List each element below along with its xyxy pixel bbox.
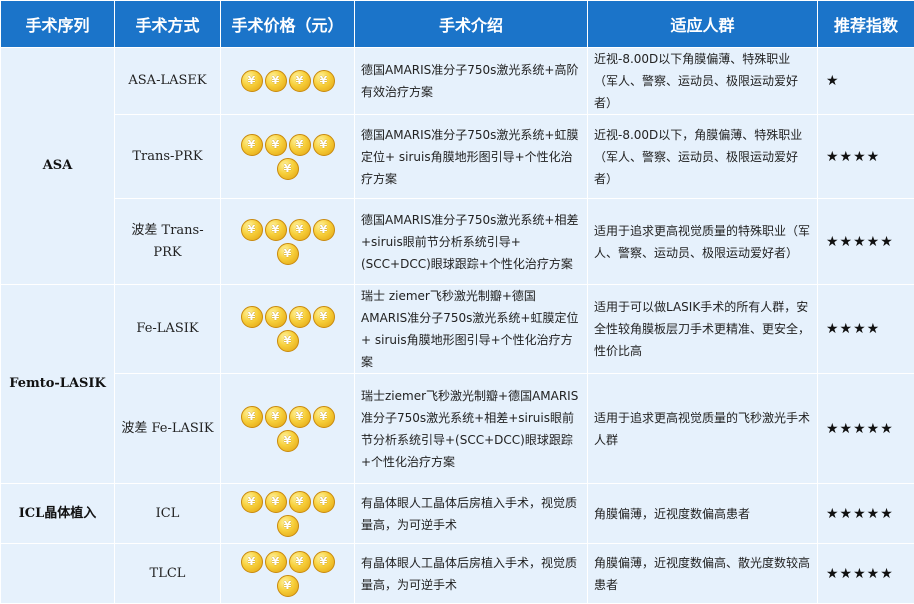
table-row: ASA ASA-LASEK ¥¥¥¥ 德国AMARIS准分子750s激光系统+高… xyxy=(1,48,914,115)
rating-stars: ★★★★ xyxy=(818,285,914,374)
yuan-coin-icon: ¥ xyxy=(289,219,311,241)
yuan-coin-icon: ¥ xyxy=(265,306,287,328)
rating-stars: ★★★★★ xyxy=(818,484,914,544)
crowd-cell: 适用于可以做LASIK手术的所有人群，安全性较角膜板层刀手术更精准、更安全，性价… xyxy=(588,285,818,374)
yuan-coin-icon: ¥ xyxy=(265,70,287,92)
header-row: 手术序列 手术方式 手术价格（元） 手术介绍 适应人群 推荐指数 xyxy=(1,1,914,48)
price-cell: ¥¥¥¥¥ xyxy=(221,285,355,374)
group-asa: ASA xyxy=(1,48,115,285)
table-row: ICL晶体植入 ICL ¥¥¥¥¥ 有晶体眼人工晶体后房植入手术，视觉质量高，为… xyxy=(1,484,914,544)
yuan-coin-icon: ¥ xyxy=(313,406,335,428)
header-sequence: 手术序列 xyxy=(1,1,115,48)
yuan-coin-icon: ¥ xyxy=(241,551,263,573)
header-method: 手术方式 xyxy=(115,1,221,48)
crowd-cell: 近视-8.00D以下，角膜偏薄、特殊职业（军人、警察、运动员、极限运动爱好者） xyxy=(588,115,818,199)
yuan-coin-icon: ¥ xyxy=(277,158,299,180)
coin-group: ¥¥¥¥ xyxy=(239,69,337,93)
coin-group: ¥¥¥¥¥ xyxy=(239,218,337,266)
yuan-coin-icon: ¥ xyxy=(277,430,299,452)
method-cell: ICL xyxy=(115,484,221,544)
yuan-coin-icon: ¥ xyxy=(241,70,263,92)
yuan-coin-icon: ¥ xyxy=(313,306,335,328)
table-row: Trans-PRK ¥¥¥¥¥ 德国AMARIS准分子750s激光系统+虹膜定位… xyxy=(1,115,914,199)
yuan-coin-icon: ¥ xyxy=(265,406,287,428)
yuan-coin-icon: ¥ xyxy=(277,330,299,352)
yuan-coin-icon: ¥ xyxy=(277,575,299,597)
group-femto: Femto-LASIK xyxy=(1,285,115,484)
method-cell: ASA-LASEK xyxy=(115,48,221,115)
price-cell: ¥¥¥¥¥ xyxy=(221,544,355,604)
header-rating: 推荐指数 xyxy=(818,1,914,48)
method-cell: Fe-LASIK xyxy=(115,285,221,374)
crowd-cell: 适用于追求更高视觉质量的特殊职业（军人、警察、运动员、极限运动爱好者） xyxy=(588,199,818,285)
yuan-coin-icon: ¥ xyxy=(313,70,335,92)
intro-cell: 有晶体眼人工晶体后房植入手术，视觉质量高，为可逆手术 xyxy=(355,544,588,604)
intro-cell: 瑞士ziemer飞秒激光制瓣+德国AMARIS准分子750s激光系统+相差+si… xyxy=(355,374,588,484)
coin-group: ¥¥¥¥¥ xyxy=(239,405,337,453)
yuan-coin-icon: ¥ xyxy=(277,515,299,537)
intro-cell: 有晶体眼人工晶体后房植入手术，视觉质量高，为可逆手术 xyxy=(355,484,588,544)
yuan-coin-icon: ¥ xyxy=(265,134,287,156)
yuan-coin-icon: ¥ xyxy=(289,551,311,573)
header-price: 手术价格（元） xyxy=(221,1,355,48)
crowd-cell: 适用于追求更高视觉质量的飞秒激光手术人群 xyxy=(588,374,818,484)
rating-stars: ★★★★ xyxy=(818,115,914,199)
table-row: TLCL ¥¥¥¥¥ 有晶体眼人工晶体后房植入手术，视觉质量高，为可逆手术 角膜… xyxy=(1,544,914,604)
yuan-coin-icon: ¥ xyxy=(265,491,287,513)
rating-stars: ★★★★★ xyxy=(818,199,914,285)
header-intro: 手术介绍 xyxy=(355,1,588,48)
method-cell: 波差 Fe-LASIK xyxy=(115,374,221,484)
yuan-coin-icon: ¥ xyxy=(289,306,311,328)
crowd-cell: 角膜偏薄，近视度数偏高患者 xyxy=(588,484,818,544)
price-cell: ¥¥¥¥ xyxy=(221,48,355,115)
yuan-coin-icon: ¥ xyxy=(241,491,263,513)
rating-stars: ★ xyxy=(818,48,914,115)
yuan-coin-icon: ¥ xyxy=(241,306,263,328)
price-cell: ¥¥¥¥¥ xyxy=(221,115,355,199)
price-cell: ¥¥¥¥¥ xyxy=(221,484,355,544)
yuan-coin-icon: ¥ xyxy=(289,491,311,513)
coin-group: ¥¥¥¥¥ xyxy=(239,305,337,353)
table-row: Femto-LASIK Fe-LASIK ¥¥¥¥¥ 瑞士 ziemer飞秒激光… xyxy=(1,285,914,374)
yuan-coin-icon: ¥ xyxy=(313,219,335,241)
price-cell: ¥¥¥¥¥ xyxy=(221,199,355,285)
coin-group: ¥¥¥¥¥ xyxy=(239,133,337,181)
header-crowd: 适应人群 xyxy=(588,1,818,48)
group-empty xyxy=(1,544,115,604)
surgery-comparison-table: 手术序列 手术方式 手术价格（元） 手术介绍 适应人群 推荐指数 ASA ASA… xyxy=(0,0,914,604)
yuan-coin-icon: ¥ xyxy=(289,70,311,92)
table-row: 波差 Trans-PRK ¥¥¥¥¥ 德国AMARIS准分子750s激光系统+相… xyxy=(1,199,914,285)
crowd-cell: 角膜偏薄，近视度数偏高、散光度数较高患者 xyxy=(588,544,818,604)
rating-stars: ★★★★★ xyxy=(818,374,914,484)
coin-group: ¥¥¥¥¥ xyxy=(239,490,337,538)
yuan-coin-icon: ¥ xyxy=(241,406,263,428)
yuan-coin-icon: ¥ xyxy=(289,406,311,428)
group-icl: ICL晶体植入 xyxy=(1,484,115,544)
yuan-coin-icon: ¥ xyxy=(277,243,299,265)
yuan-coin-icon: ¥ xyxy=(313,134,335,156)
intro-cell: 德国AMARIS准分子750s激光系统+高阶有效治疗方案 xyxy=(355,48,588,115)
method-cell: 波差 Trans-PRK xyxy=(115,199,221,285)
intro-cell: 瑞士 ziemer飞秒激光制瓣+德国AMARIS准分子750s激光系统+虹膜定位… xyxy=(355,285,588,374)
method-cell: TLCL xyxy=(115,544,221,604)
table-row: 波差 Fe-LASIK ¥¥¥¥¥ 瑞士ziemer飞秒激光制瓣+德国AMARI… xyxy=(1,374,914,484)
intro-cell: 德国AMARIS准分子750s激光系统+相差+siruis眼前节分析系统引导+(… xyxy=(355,199,588,285)
yuan-coin-icon: ¥ xyxy=(313,491,335,513)
yuan-coin-icon: ¥ xyxy=(241,134,263,156)
yuan-coin-icon: ¥ xyxy=(265,219,287,241)
yuan-coin-icon: ¥ xyxy=(265,551,287,573)
method-cell: Trans-PRK xyxy=(115,115,221,199)
crowd-cell: 近视-8.00D以下角膜偏薄、特殊职业（军人、警察、运动员、极限运动爱好者） xyxy=(588,48,818,115)
yuan-coin-icon: ¥ xyxy=(313,551,335,573)
coin-group: ¥¥¥¥¥ xyxy=(239,550,337,598)
price-cell: ¥¥¥¥¥ xyxy=(221,374,355,484)
intro-cell: 德国AMARIS准分子750s激光系统+虹膜定位+ siruis角膜地形图引导+… xyxy=(355,115,588,199)
yuan-coin-icon: ¥ xyxy=(289,134,311,156)
rating-stars: ★★★★★ xyxy=(818,544,914,604)
yuan-coin-icon: ¥ xyxy=(241,219,263,241)
